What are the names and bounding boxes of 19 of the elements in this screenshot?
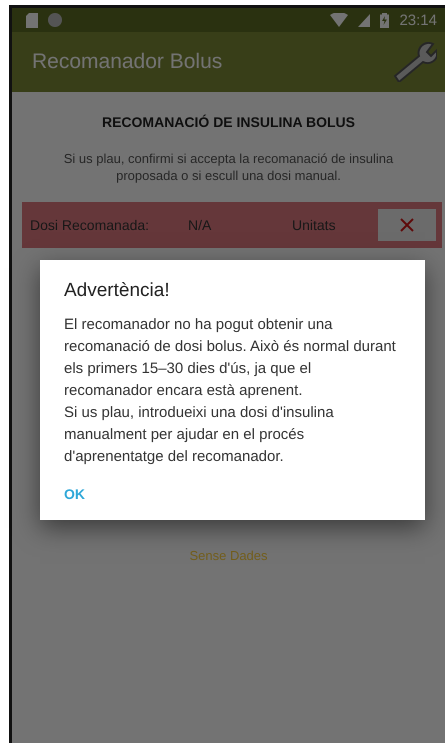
dose-label: Dosi Recomanada: <box>30 217 150 233</box>
dose-unit: Unitats <box>292 217 337 233</box>
instructions-text: Si us plau, confirmi si accepta la recomanació de insulina proposada o si escull una dosi manual. <box>62 150 394 184</box>
circle-icon <box>48 13 62 27</box>
wrench-icon[interactable] <box>391 42 437 82</box>
section-heading: RECOMANACIÓ DE INSULINA BOLUS <box>102 114 356 130</box>
dose-value: N/A <box>188 217 212 233</box>
ok-button[interactable]: OK <box>64 478 85 510</box>
battery-icon <box>380 12 390 28</box>
dialog-title: Advertència! <box>64 280 171 302</box>
no-data-text: Sense Dades <box>189 548 268 563</box>
wifi-icon <box>330 13 348 27</box>
app-title: Recomanador Bolus <box>32 50 224 74</box>
signal-icon <box>358 14 370 26</box>
close-icon <box>400 218 414 232</box>
reject-button[interactable] <box>378 209 436 241</box>
clock: 23:14 <box>399 12 437 28</box>
sd-card-icon <box>26 12 38 28</box>
dialog-message: El recomanador no ha pogut obtenir una recomanació de dosi bolus. Això és normal durant els primers 15–30 dies d'ús, ja que el recomanador encara està aprenent. Si us plau, introdueixi una dosi d'insulina manualment per ajudar en el procés d'aprenentatge del recomanador. <box>64 315 397 467</box>
